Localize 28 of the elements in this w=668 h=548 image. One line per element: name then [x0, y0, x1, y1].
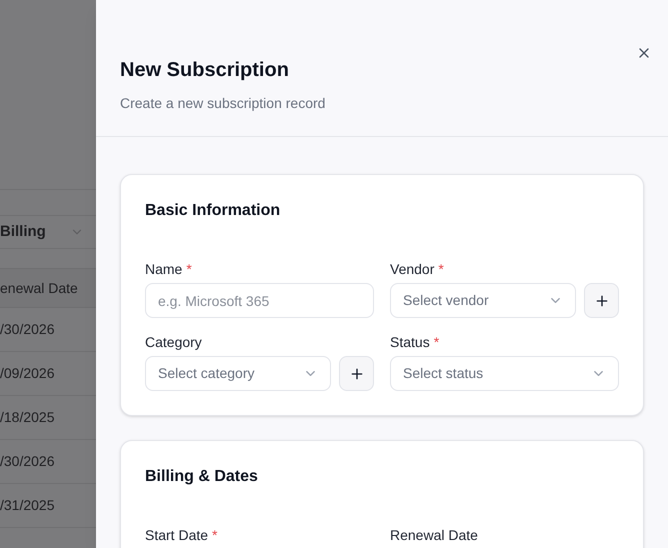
dialog-title: New Subscription — [120, 58, 290, 83]
field-label: Name — [145, 261, 182, 277]
add-button[interactable] — [584, 283, 619, 318]
select-field[interactable]: Select vendor — [390, 283, 576, 318]
text-field[interactable]: e.g. Microsoft 365 — [145, 283, 374, 318]
required-mark: * — [212, 527, 218, 543]
section-title: Billing & Dates — [145, 467, 259, 487]
field-label: Renewal Date — [390, 527, 478, 543]
select-field[interactable]: Select status — [390, 356, 619, 391]
add-button[interactable] — [339, 356, 374, 391]
table-cell-text: /30/2026 — [0, 452, 56, 471]
field-label: Category — [145, 334, 202, 350]
column-header: enewal Date — [0, 278, 79, 298]
table-cell-text: /30/2026 — [0, 320, 56, 339]
field-label: Status — [390, 334, 430, 350]
required-mark: * — [186, 261, 192, 277]
plus-icon — [594, 292, 610, 308]
field-label: Vendor — [390, 261, 434, 277]
section-title: Basic Information — [145, 201, 282, 221]
table-cell-text: /31/2025 — [0, 496, 56, 515]
table-cell-text: /18/2025 — [0, 408, 56, 427]
required-mark: * — [434, 334, 440, 350]
required-mark: * — [438, 261, 444, 277]
field-label: Start Date — [145, 527, 208, 543]
dialog-subtitle: Create a new subscription record — [120, 94, 326, 113]
select-field[interactable]: Select category — [145, 356, 331, 391]
table-cell-text: /09/2026 — [0, 364, 56, 383]
plus-icon — [348, 366, 364, 382]
